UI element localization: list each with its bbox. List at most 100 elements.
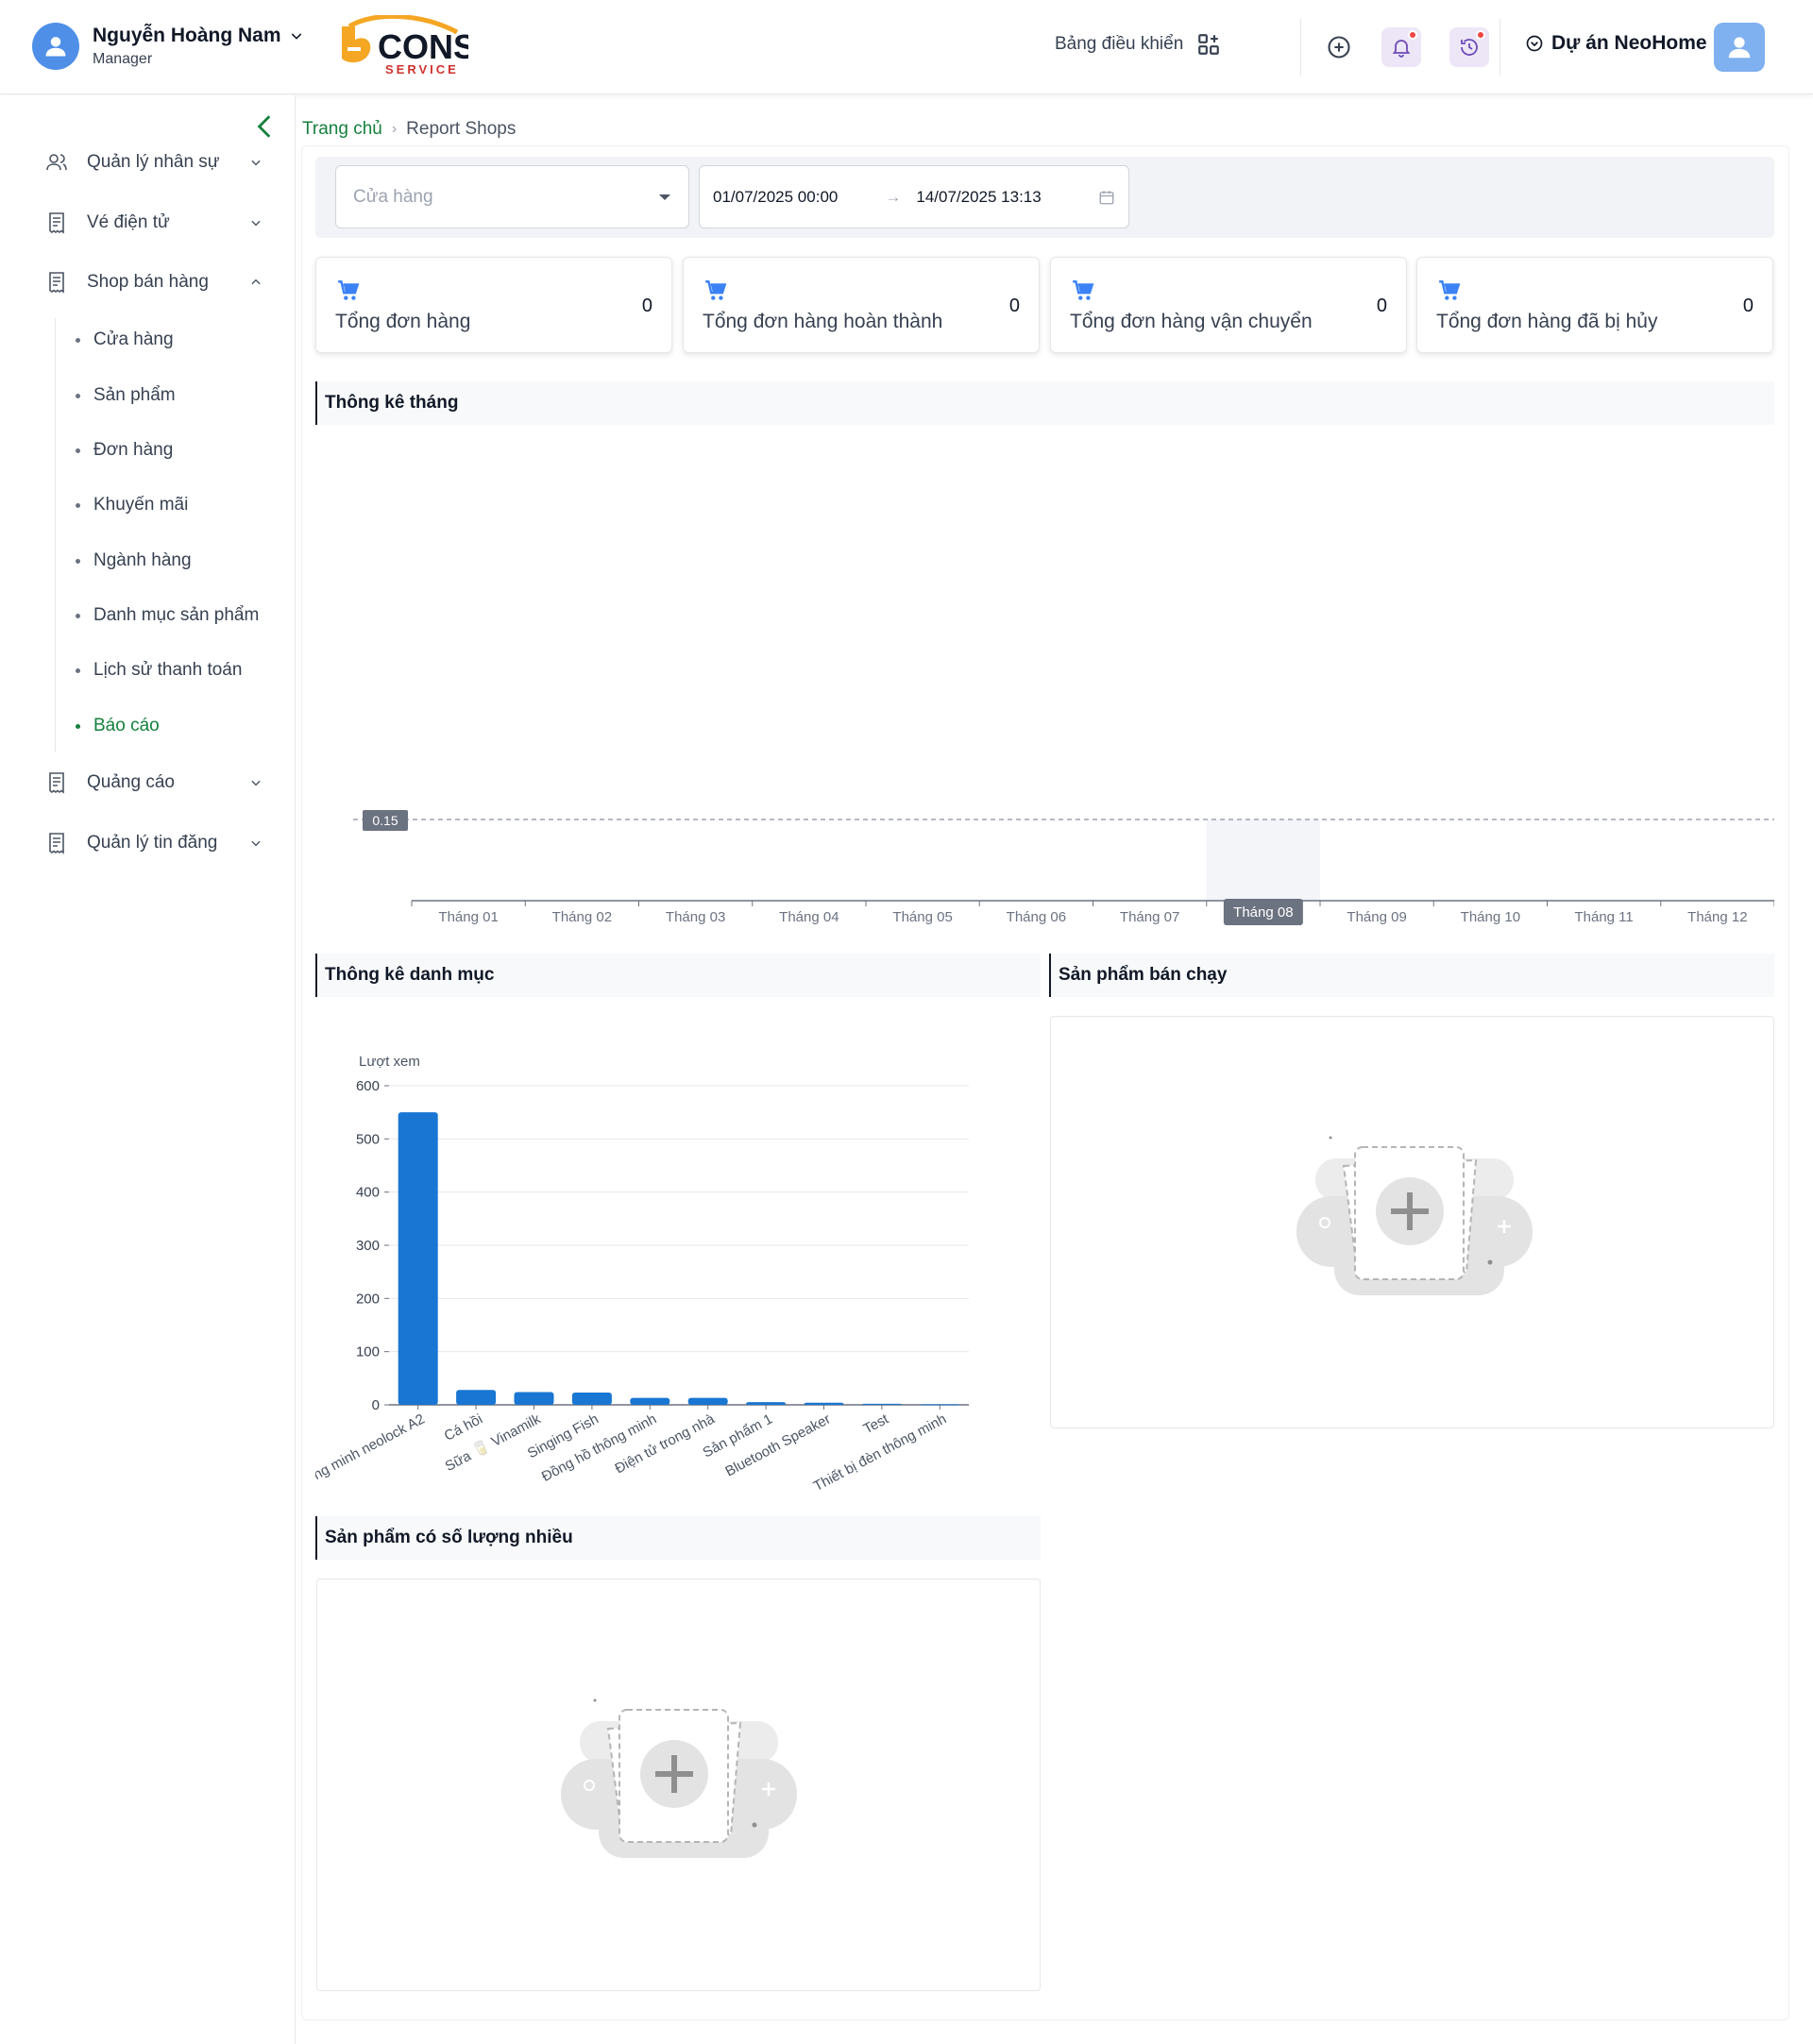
store-select-placeholder: Cửa hàng (353, 186, 433, 207)
sidebar-subitem-promotion[interactable]: Khuyến mãi (76, 495, 188, 515)
submenu-guide-line (55, 318, 56, 752)
x-tick-label: Tháng 11 (1574, 909, 1633, 925)
breadcrumb: Trang chủ › Report Shops (302, 119, 516, 140)
sidebar-subitem-label: Khuyến mãi (93, 495, 189, 515)
sidebar-subitem-payment-history[interactable]: Lịch sử thanh toán (76, 660, 242, 681)
bar (514, 1392, 554, 1405)
sidebar-item-ads[interactable]: Quảng cáo (45, 771, 263, 794)
empty-state-illustration (1296, 1136, 1533, 1295)
date-to-input[interactable]: 14/07/2025 13:13 (916, 188, 1041, 207)
x-tick-label: Tháng 02 (552, 909, 612, 925)
monthly-chart: 0.15 Tháng 01 Tháng 02 Tháng 03 Tháng 04 Thán… (353, 810, 1774, 925)
sidebar-item-label: Quản lý tin đăng (87, 833, 218, 853)
best-selling-empty-state (1050, 1016, 1774, 1428)
sidebar-subitem-label: Lịch sử thanh toán (93, 660, 243, 680)
sidebar-item-posts[interactable]: Quản lý tin đăng (45, 832, 263, 854)
empty-state-illustration (561, 1698, 797, 1858)
bar (861, 1403, 902, 1405)
caret-down-icon (659, 194, 670, 200)
x-tick-label: Test (861, 1411, 892, 1437)
collapse-sidebar-button[interactable] (253, 112, 278, 145)
y-tick-label: 100 (356, 1344, 380, 1360)
sidebar-subitem-product[interactable]: Sản phẩm (76, 385, 176, 406)
breadcrumb-separator: › (391, 121, 398, 137)
chevron-down-icon (251, 840, 261, 847)
sidebar-subitem-label: Ngành hàng (93, 550, 192, 570)
history-button[interactable] (1449, 27, 1489, 67)
x-tick-label: Tháng 06 (1007, 909, 1066, 925)
best-selling-title: Sản phẩm bán chạy (1049, 954, 1774, 997)
breadcrumb-home-link[interactable]: Trang chủ (302, 119, 382, 140)
receipt-icon (49, 272, 64, 294)
x-tick-label: Tháng 04 (779, 909, 839, 925)
stat-label: Tổng đơn hàng vận chuyển (1070, 311, 1313, 332)
add-button[interactable] (1319, 27, 1359, 67)
x-tick-label: Cá hồi (442, 1411, 485, 1444)
reference-label: 0.15 (372, 813, 398, 828)
logo-text: CONS (378, 27, 468, 66)
sidebar-subitem-store[interactable]: Cửa hàng (76, 329, 174, 350)
stat-card-cancelled-orders: Tổng đơn hàng đã bị hủy 0 (1416, 257, 1773, 353)
chevron-down-icon (251, 220, 261, 227)
stat-label: Tổng đơn hàng hoàn thành (703, 311, 943, 332)
date-range-picker[interactable]: 01/07/2025 00:00 → 14/07/2025 13:13 (699, 165, 1129, 228)
sidebar-subitem-report[interactable]: Báo cáo (76, 716, 160, 736)
dashboard-grid-icon (1198, 34, 1220, 55)
calendar-icon (1099, 190, 1114, 204)
sidebar-subitem-industry[interactable]: Ngành hàng (76, 550, 192, 571)
sidebar-item-shop[interactable]: Shop bán hàng (45, 271, 263, 294)
receipt-icon (49, 833, 64, 854)
chevron-up-icon (251, 279, 261, 285)
dashboard-label: Bảng điều khiển (1055, 34, 1184, 54)
x-tick-label: Tháng 10 (1461, 909, 1520, 925)
profile-avatar[interactable] (1714, 23, 1765, 72)
store-select[interactable]: Cửa hàng (335, 165, 689, 228)
x-tick-label: Tháng 12 (1687, 909, 1747, 925)
cart-icon (1073, 280, 1094, 300)
bell-icon (1392, 40, 1411, 58)
x-tick-label: Tháng 01 (438, 909, 498, 925)
stat-value: 0 (641, 296, 652, 316)
project-selector[interactable]: Dự án NeoHome (1525, 32, 1707, 55)
sidebar-subitem-order[interactable]: Đơn hàng (76, 440, 173, 461)
y-tick-label: 400 (356, 1185, 380, 1201)
bcons-logo[interactable]: CONS SERVICE (336, 15, 468, 77)
sidebar-subitem-label: Đơn hàng (93, 440, 174, 460)
sidebar-item-label: Quảng cáo (87, 772, 175, 792)
most-quantity-empty-state (316, 1579, 1041, 1991)
sidebar-subitem-category[interactable]: Danh mục sản phẩm (76, 605, 259, 626)
y-axis-label: Lượt xem (359, 1054, 420, 1070)
sidebar-item-label: Vé điện tử (87, 212, 170, 232)
user-menu[interactable]: Nguyễn Hoàng Nam Manager (32, 23, 304, 70)
bar (571, 1393, 612, 1405)
sidebar-item-e-ticket[interactable]: Vé điện tử (45, 211, 263, 234)
sidebar-item-label: Shop bán hàng (87, 272, 209, 292)
user-role: Manager (93, 51, 153, 67)
x-tick-label: Khóa cửa thông minh neolock A2 (315, 1411, 428, 1507)
bar (456, 1390, 497, 1405)
project-label: Dự án NeoHome (1551, 32, 1707, 54)
stat-value: 0 (1376, 296, 1387, 316)
notification-button[interactable] (1381, 27, 1421, 67)
sidebar-item-label: Quản lý nhân sự (87, 152, 220, 172)
top-header: Nguyễn Hoàng Nam Manager CONS SERVICE Bả… (0, 0, 1813, 94)
arrow-right-icon: → (885, 187, 902, 206)
bar (687, 1397, 728, 1405)
sidebar-item-hr[interactable]: Quản lý nhân sự (45, 151, 263, 174)
users-icon (46, 154, 67, 171)
receipt-icon (49, 772, 64, 794)
x-tick-label: Tháng 08 (1233, 904, 1293, 921)
sidebar-subitem-label: Danh mục sản phẩm (93, 605, 260, 625)
sidebar-subitem-label: Sản phẩm (93, 385, 176, 405)
date-from-input[interactable]: 01/07/2025 00:00 (713, 188, 838, 207)
dashboard-link[interactable]: Bảng điều khiển (1055, 32, 1221, 57)
highlight-band (1206, 819, 1320, 901)
x-tick-label: Tháng 03 (666, 909, 725, 925)
x-tick-label: Tháng 09 (1347, 909, 1406, 925)
sidebar: Quản lý nhân sự Vé điện tử Shop bán hàng… (0, 95, 296, 2044)
stat-card-total-orders: Tổng đơn hàng 0 (315, 257, 672, 353)
stat-card-completed-orders: Tổng đơn hàng hoàn thành 0 (683, 257, 1040, 353)
cart-icon (1439, 280, 1461, 300)
y-tick-label: 200 (356, 1291, 380, 1307)
sidebar-subitem-label: Cửa hàng (93, 329, 174, 349)
